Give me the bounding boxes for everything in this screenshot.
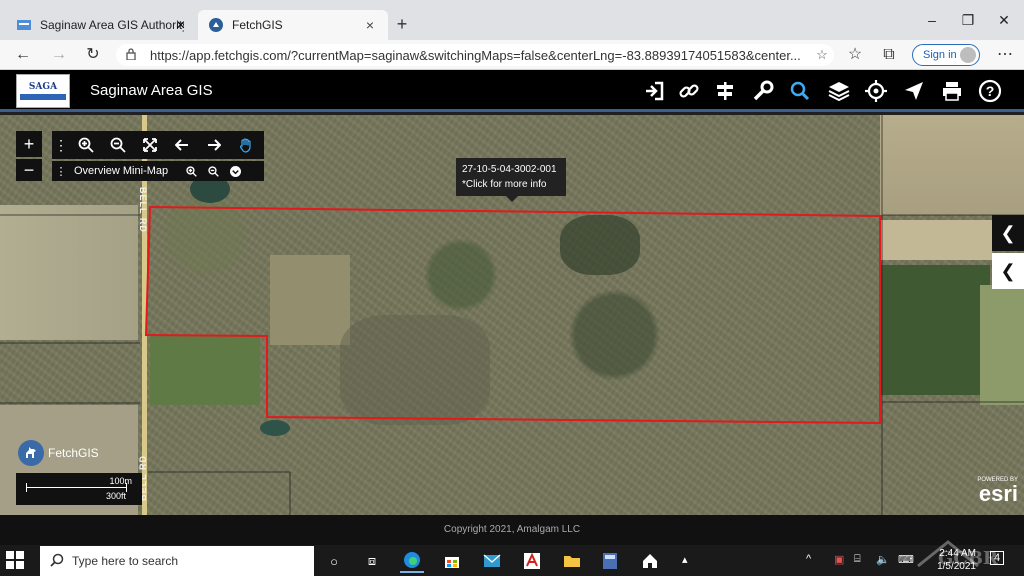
scale-bar: 100m 300ft <box>16 473 142 505</box>
close-tab-icon[interactable]: × <box>362 17 378 33</box>
minimap-zoom-in-icon[interactable] <box>180 161 202 181</box>
calculator-icon[interactable] <box>598 549 622 573</box>
windows-taskbar: Type here to search ○ ⧈ ▴ ^ ▣ ⌸ 🔈 ⌨ 2:44… <box>0 545 1024 576</box>
home-icon[interactable] <box>638 549 662 573</box>
zoom-out-tool-icon[interactable] <box>102 131 134 159</box>
zoom-in-tool-icon[interactable] <box>70 131 102 159</box>
close-tab-icon[interactable]: × <box>176 17 185 35</box>
fetchgis-badge: FetchGIS <box>18 440 99 466</box>
signpost-icon[interactable] <box>712 78 738 104</box>
favorite-star-icon[interactable]: ☆ <box>810 47 834 63</box>
fetchgis-favicon-icon <box>208 17 224 33</box>
layers-icon[interactable] <box>826 78 852 104</box>
toolbar-menu-icon[interactable]: ⋮ <box>52 131 70 159</box>
browser-navbar: ← → ↻ https://app.fetchgis.com/?currentM… <box>0 40 1024 70</box>
pan-hand-icon[interactable] <box>230 131 262 159</box>
svg-text:GCBR: GCBR <box>938 548 999 569</box>
previous-extent-icon[interactable] <box>166 131 198 159</box>
task-view-icon[interactable]: ⧈ <box>360 549 384 573</box>
mail-icon[interactable] <box>480 549 504 573</box>
next-extent-icon[interactable] <box>198 131 230 159</box>
link-icon[interactable] <box>676 78 702 104</box>
volume-icon[interactable]: 🔈 <box>876 553 890 566</box>
show-hidden-icons[interactable]: ^ <box>806 553 811 565</box>
back-icon[interactable]: ← <box>12 45 34 65</box>
network-icon[interactable]: ⌸ <box>854 553 861 566</box>
watermark-logo: GCBR <box>908 536 1018 570</box>
adobe-icon[interactable] <box>520 549 544 573</box>
tab-title: FetchGIS <box>232 18 283 32</box>
forward-icon[interactable]: → <box>48 45 70 65</box>
login-icon[interactable] <box>641 78 667 104</box>
logo-text: SAGA <box>28 82 58 92</box>
panel-expand-icon[interactable]: ❮ <box>992 253 1024 289</box>
favorites-icon[interactable]: ☆ <box>844 45 866 65</box>
parcel-id: 27-10-5-04-3002-001 <box>462 164 557 175</box>
dog-logo-icon <box>18 440 44 466</box>
map-view[interactable]: BELL RD BELL RD + − ⋮ ⋮ Overview Mini-Ma… <box>0 115 1024 515</box>
saga-favicon-icon <box>16 17 32 33</box>
minimap-expand-icon[interactable] <box>224 161 246 181</box>
new-tab-icon[interactable]: + <box>392 14 412 35</box>
gps-icon[interactable] <box>863 78 889 104</box>
send-icon[interactable] <box>901 78 927 104</box>
sign-in-label: Sign in <box>923 49 957 61</box>
zoom-in-button[interactable]: + <box>16 131 42 157</box>
browser-tab-saginaw[interactable]: Saginaw Area GIS Authority <box>6 10 194 40</box>
app-title: Saginaw Area GIS <box>90 82 213 99</box>
selected-parcel-outline[interactable] <box>144 205 881 425</box>
search-icon[interactable] <box>787 78 813 104</box>
map-toolbar: ⋮ <box>52 131 264 159</box>
browser-tab-strip: Saginaw Area GIS Authority × FetchGIS × … <box>0 0 1024 40</box>
parcel-tooltip[interactable]: 27-10-5-04-3002-001 *Click for more info <box>456 158 566 202</box>
svg-text:?: ? <box>986 83 995 99</box>
esri-attribution: POWERED BY esri <box>968 477 1018 505</box>
more-menu-icon[interactable]: ⋯ <box>994 45 1016 65</box>
parcel-hint: *Click for more info <box>462 179 547 190</box>
lock-icon <box>126 47 140 63</box>
sign-in-button[interactable]: Sign in <box>912 44 980 66</box>
cortana-icon[interactable]: ○ <box>322 549 346 573</box>
panel-collapse-icon[interactable]: ❮ <box>992 215 1024 251</box>
wrench-icon[interactable] <box>750 78 776 104</box>
fetchgis-badge-label: FetchGIS <box>48 446 99 460</box>
url-text: https://app.fetchgis.com/?currentMap=sag… <box>150 47 801 63</box>
scale-imperial: 300ft <box>105 491 126 501</box>
tray-dot-icon: ▴ <box>682 554 688 566</box>
minimize-icon[interactable]: – <box>920 12 944 28</box>
file-explorer-icon[interactable] <box>560 549 584 573</box>
windows-start-icon[interactable] <box>6 551 24 569</box>
address-bar[interactable]: https://app.fetchgis.com/?currentMap=sag… <box>116 44 834 66</box>
tray-app-icon[interactable]: ▣ <box>834 553 844 566</box>
search-placeholder: Type here to search <box>72 554 179 568</box>
print-icon[interactable] <box>939 78 965 104</box>
search-icon <box>50 553 64 570</box>
app-header: SAGA Saginaw Area GIS ? <box>0 70 1024 112</box>
close-window-icon[interactable]: ✕ <box>992 12 1016 29</box>
reload-icon[interactable]: ↻ <box>82 45 104 65</box>
overview-minimap-bar: ⋮ Overview Mini-Map <box>52 161 264 181</box>
saga-logo: SAGA <box>16 74 70 108</box>
app-footer: Copyright 2021, Amalgam LLC <box>0 515 1024 545</box>
minimap-zoom-out-icon[interactable] <box>202 161 224 181</box>
restore-icon[interactable]: ❐ <box>956 12 980 29</box>
browser-tab-fetchgis[interactable]: FetchGIS × <box>198 10 388 40</box>
avatar <box>960 47 976 63</box>
minimap-label: Overview Mini-Map <box>74 165 169 177</box>
full-extent-icon[interactable] <box>134 131 166 159</box>
tab-title: Saginaw Area GIS Authority <box>40 18 184 32</box>
collections-icon[interactable]: ⧉ <box>878 45 900 65</box>
zoom-out-button[interactable]: − <box>16 159 42 181</box>
taskbar-search[interactable]: Type here to search <box>40 546 314 576</box>
edge-icon[interactable] <box>400 549 424 573</box>
store-icon[interactable] <box>440 549 464 573</box>
esri-logo-text: esri <box>978 481 1018 506</box>
help-icon[interactable]: ? <box>977 78 1003 104</box>
minimap-menu-icon[interactable]: ⋮ <box>52 161 70 181</box>
scale-metric: 100m <box>109 476 132 486</box>
copyright-text: Copyright 2021, Amalgam LLC <box>443 524 581 535</box>
